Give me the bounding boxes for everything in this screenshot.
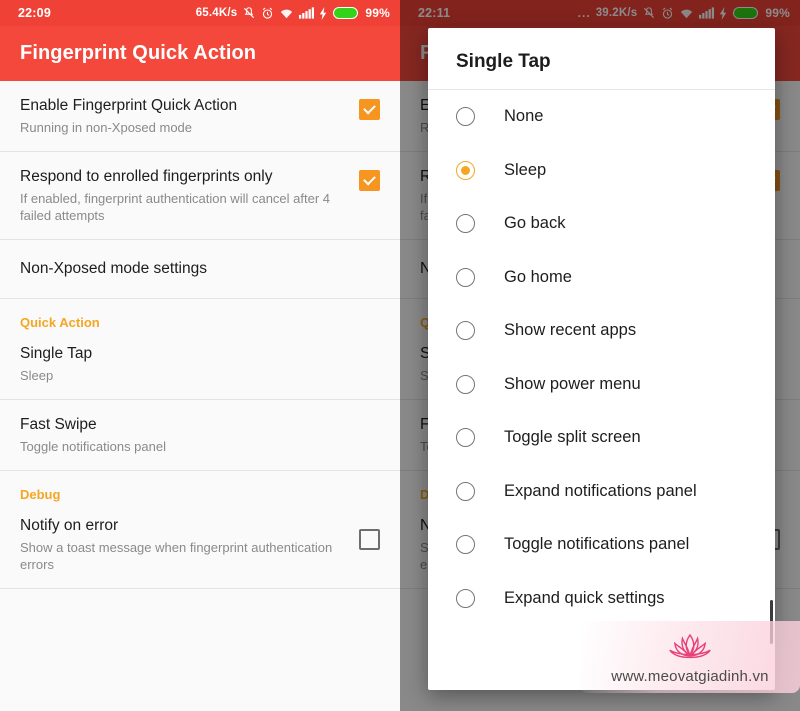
category-debug: Debug [20,487,61,502]
checkbox-unchecked-icon[interactable] [359,529,380,550]
option-go-home[interactable]: Go home [428,251,775,305]
battery-percent-label: 99% [765,6,790,20]
charging-bolt-icon [719,6,728,20]
checkbox-widget[interactable] [359,167,380,191]
status-clock: 22:11 [418,6,451,20]
network-speed-label: 39.2K/s [595,7,638,19]
pref-title: Single Tap [20,345,93,362]
option-label: Go home [504,267,572,286]
radio-unselected-icon[interactable] [456,374,475,394]
screenshot-root: 22:09 65.4K/s 99% Fingerprint Quick Acti… [0,0,800,711]
option-label: Toggle notifications panel [504,535,690,554]
pref-summary: Toggle notifications panel [20,439,166,454]
radio-selected-icon[interactable] [456,160,475,180]
radio-unselected-icon[interactable] [456,481,475,501]
battery-percent-label: 99% [365,6,390,20]
app-bar: Fingerprint Quick Action [0,26,400,81]
pref-title: Respond to enrolled fingerprints only [20,168,273,185]
option-expand-notifications-panel[interactable]: Expand notifications panel [428,465,775,519]
option-show-power-menu[interactable]: Show power menu [428,358,775,412]
option-toggle-split-screen[interactable]: Toggle split screen [428,411,775,465]
pref-summary: If enabled, fingerprint authentication w… [20,191,331,223]
battery-icon [733,7,759,19]
pref-summary: Show a toast message when fingerprint au… [20,540,333,572]
checkbox-checked-icon[interactable] [359,170,380,191]
left-phone-panel: 22:09 65.4K/s 99% Fingerprint Quick Acti… [0,0,400,711]
option-label: Show power menu [504,374,641,393]
single-tap-dialog: Single Tap None Sleep Go back Go home Sh… [428,28,775,690]
dialog-option-list[interactable]: None Sleep Go back Go home Show recent a… [428,90,775,690]
option-show-recent-apps[interactable]: Show recent apps [428,304,775,358]
status-icons-group: ... 39.2K/s 99% [578,6,790,20]
radio-unselected-icon[interactable] [456,321,475,341]
charging-bolt-icon [319,6,328,20]
radio-unselected-icon[interactable] [456,107,475,127]
preference-list: Enable Fingerprint Quick Action Running … [0,81,400,589]
battery-icon [333,7,359,19]
alarm-icon [261,7,274,20]
radio-unselected-icon[interactable] [456,267,475,287]
pref-title: Fast Swipe [20,416,97,433]
wifi-icon [679,7,694,20]
option-none[interactable]: None [428,90,775,144]
pref-title: Non-Xposed mode settings [20,260,207,277]
option-label: None [504,107,544,126]
signal-icon [699,7,715,19]
wifi-icon [279,7,294,20]
pref-non-xposed-mode-settings[interactable]: Non-Xposed mode settings [0,240,400,298]
option-label: Sleep [504,160,547,179]
pref-title: Notify on error [20,517,119,534]
status-clock: 22:09 [18,6,51,20]
pref-summary: Running in non-Xposed mode [20,120,193,135]
pref-respond-to-enrolled-fingerprints-only[interactable]: Respond to enrolled fingerprints only If… [0,152,400,239]
radio-unselected-icon[interactable] [456,535,475,555]
option-label: Expand notifications panel [504,481,697,500]
vibrate-off-icon [242,6,256,20]
pref-title: Enable Fingerprint Quick Action [20,97,238,114]
checkbox-widget[interactable] [359,516,380,555]
option-label: Toggle split screen [504,428,641,447]
alarm-icon [661,7,674,20]
status-icons-group: 65.4K/s 99% [196,6,390,20]
pref-notify-on-error[interactable]: Notify on error Show a toast message whe… [0,506,400,588]
left-status-bar: 22:09 65.4K/s 99% [0,0,400,26]
option-label: Show recent apps [504,321,637,340]
option-expand-quick-settings[interactable]: Expand quick settings [428,572,775,626]
pref-summary: Sleep [20,368,54,383]
radio-unselected-icon[interactable] [456,588,475,608]
page-title: Fingerprint Quick Action [20,42,257,64]
category-quick-action: Quick Action [20,315,100,330]
dialog-title: Single Tap [456,51,551,72]
option-toggle-notifications-panel[interactable]: Toggle notifications panel [428,518,775,572]
checkbox-checked-icon[interactable] [359,99,380,120]
signal-icon [299,7,315,19]
radio-unselected-icon[interactable] [456,428,475,448]
right-status-bar: 22:11 ... 39.2K/s 99% [400,0,800,26]
right-phone-panel: 22:11 ... 39.2K/s 99% If Single Tap None… [400,0,800,711]
dialog-scrollbar[interactable] [770,600,773,644]
option-label: Go back [504,214,566,233]
option-sleep[interactable]: Sleep [428,144,775,198]
vibrate-off-icon [642,6,656,20]
option-go-back[interactable]: Go back [428,197,775,251]
radio-unselected-icon[interactable] [456,214,475,234]
checkbox-widget[interactable] [359,96,380,120]
notification-dots-icon: ... [577,6,591,20]
network-speed-label: 65.4K/s [195,7,238,19]
pref-fast-swipe[interactable]: Fast Swipe Toggle notifications panel [0,400,400,470]
option-label: Expand quick settings [504,588,665,607]
list-divider [0,588,400,589]
pref-enable-fingerprint-quick-action[interactable]: Enable Fingerprint Quick Action Running … [0,81,400,151]
pref-single-tap[interactable]: Single Tap Sleep [0,334,400,399]
